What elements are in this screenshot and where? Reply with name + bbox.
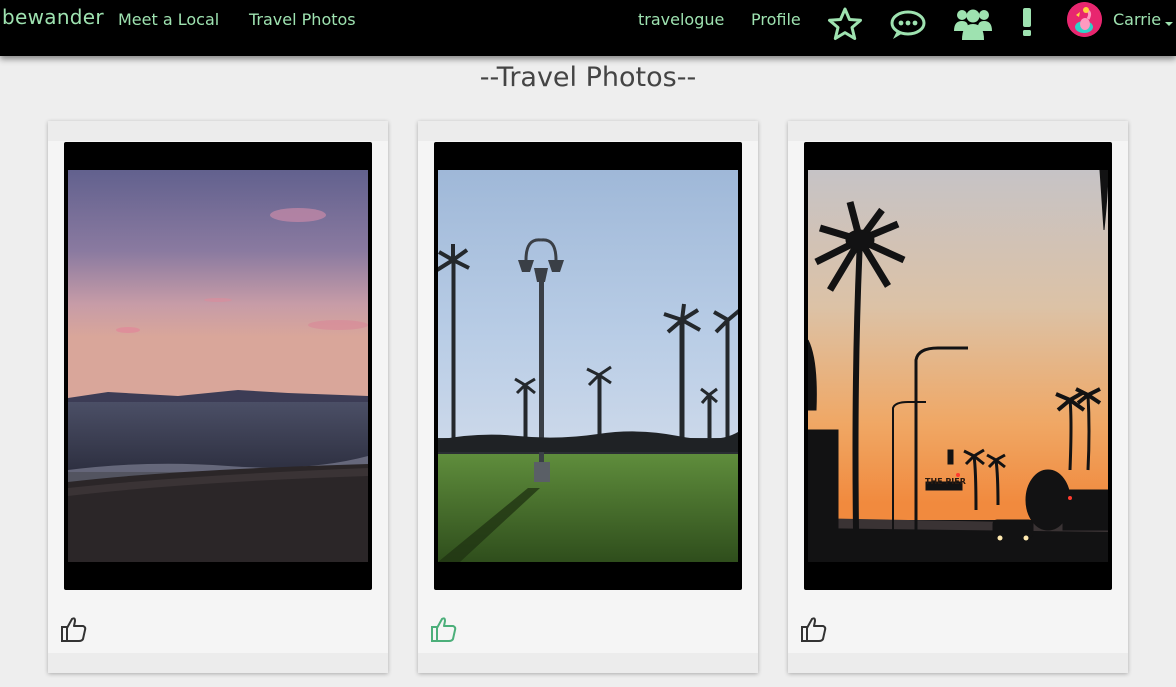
nav-link-travel-photos[interactable]: Travel Photos — [249, 10, 356, 29]
page-title: --Travel Photos-- — [479, 62, 697, 93]
travel-photo-sunset-beach — [68, 170, 368, 562]
alert-icon[interactable] — [1021, 7, 1033, 37]
photo-card — [418, 121, 758, 673]
travel-photo-palm-sunset-street: THE PIER — [808, 170, 1108, 562]
nav-link-profile[interactable]: Profile — [751, 10, 801, 29]
photo-card — [48, 121, 388, 673]
photo-frame[interactable] — [64, 142, 372, 590]
card-footer — [48, 653, 388, 673]
card-footer — [418, 653, 758, 673]
nav-link-meet-a-local[interactable]: Meet a Local — [118, 10, 219, 29]
flamingo-avatar-icon — [1067, 2, 1102, 37]
svg-text:THE PIER: THE PIER — [925, 477, 966, 486]
group-icon[interactable] — [953, 5, 993, 41]
card-header — [788, 121, 1128, 141]
travel-photo-park-lamp — [438, 170, 738, 562]
card-footer — [788, 653, 1128, 673]
brand-logo[interactable]: bewander — [2, 5, 104, 29]
like-thumbs-up-icon-active[interactable] — [430, 615, 458, 643]
like-thumbs-up-icon[interactable] — [60, 615, 88, 643]
photo-card: THE PIER — [788, 121, 1128, 673]
like-thumbs-up-icon[interactable] — [800, 615, 828, 643]
avatar[interactable] — [1067, 2, 1102, 37]
chevron-down-icon[interactable] — [1165, 22, 1173, 26]
card-header — [418, 121, 758, 141]
photo-frame[interactable]: THE PIER — [804, 142, 1112, 590]
star-icon[interactable] — [827, 7, 863, 41]
card-header — [48, 121, 388, 141]
user-menu-name[interactable]: Carrie — [1113, 10, 1161, 29]
chat-bubble-icon[interactable] — [888, 9, 928, 41]
nav-link-travelogue[interactable]: travelogue — [638, 10, 724, 29]
photo-frame[interactable] — [434, 142, 742, 590]
navbar: bewander Meet a Local Travel Photos trav… — [0, 0, 1176, 56]
